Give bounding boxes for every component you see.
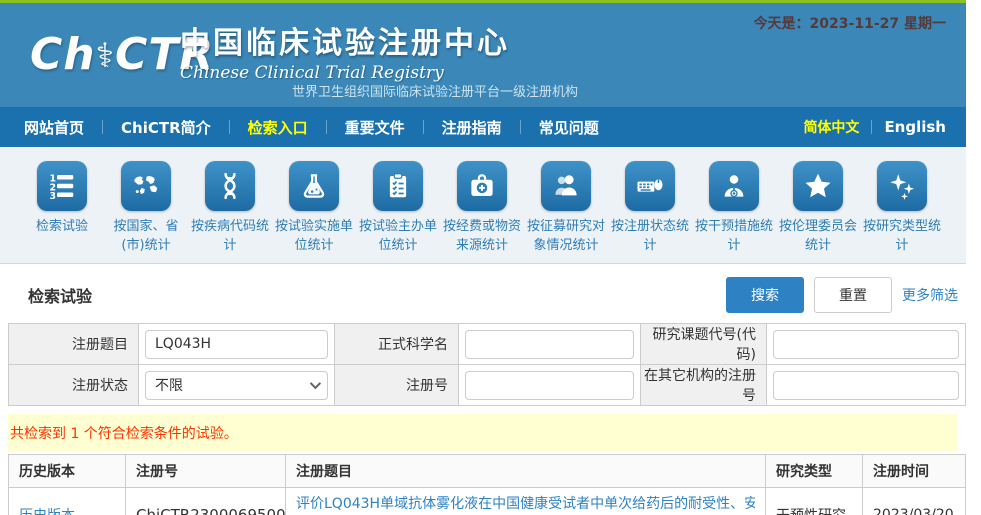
nav-separator [871, 120, 872, 134]
results-header-row: 历史版本 注册号 注册题目 研究类型 注册时间 [9, 455, 966, 488]
col-header-reg-date: 注册时间 [863, 455, 966, 488]
medical-bag-icon [467, 171, 497, 201]
stat-label: 按疾病代码统计 [188, 217, 272, 255]
stat-item-by-ethics-committee[interactable]: 按伦理委员会统计 [776, 161, 860, 255]
main-nav: 网站首页 ChiCTR简介 检索入口 重要文件 注册指南 常见问题 简体中文 E… [0, 107, 966, 147]
history-versions-link[interactable]: 历史版本 [19, 508, 75, 515]
flask-icon [299, 171, 329, 201]
search-form: 注册题目 正式科学名 研究课题代号(代码) 注册状态 不限 注册号 在其它机构的… [8, 323, 958, 406]
page: Ch⚕CTR 中国临床试验注册中心 Chinese Clinical Trial… [0, 0, 966, 515]
registration-date-value: 2023/03/20 [873, 507, 954, 515]
nav-item-guide[interactable]: 注册指南 [438, 117, 506, 138]
field-label-other-org-number: 在其它机构的注册号 [641, 365, 767, 406]
register-status-value: 不限 [155, 375, 183, 395]
stat-item-by-recruitment-status[interactable]: 按征募研究对象情况统计 [524, 161, 608, 255]
reset-button[interactable]: 重置 [814, 277, 892, 313]
stat-label: 按试验实施单位统计 [272, 217, 356, 255]
nav-separator [229, 120, 230, 134]
field-label-register-status: 注册状态 [9, 365, 139, 406]
more-filters-link[interactable]: 更多筛选 [902, 285, 958, 305]
register-title-input[interactable] [145, 330, 328, 359]
lang-zh-link[interactable]: 简体中文 [803, 117, 859, 137]
search-section-title: 检索试验 [28, 283, 92, 307]
stat-label: 按伦理委员会统计 [776, 217, 860, 255]
field-label-study-code: 研究课题代号(代码) [641, 324, 767, 365]
search-section-header: 检索试验 搜索 重置 更多筛选 [0, 264, 966, 323]
chevron-down-icon [310, 378, 321, 389]
col-header-reg-no: 注册号 [126, 455, 286, 488]
nav-separator [102, 120, 103, 134]
who-org-line: 世界卫生组织国际临床试验注册平台一级注册机构 [292, 81, 578, 100]
numbered-list-icon: 123 [47, 171, 77, 201]
stat-item-search-trials[interactable]: 123 检索试验 [20, 161, 104, 255]
col-header-history: 历史版本 [9, 455, 126, 488]
nav-separator [423, 120, 424, 134]
stat-item-by-study-type[interactable]: 按研究类型统计 [860, 161, 944, 255]
register-status-select[interactable]: 不限 [145, 371, 328, 400]
stat-label: 按经费或物资来源统计 [440, 217, 524, 255]
clipboard-icon [383, 171, 413, 201]
search-actions: 搜索 重置 更多筛选 [726, 277, 958, 313]
language-switch: 简体中文 English [803, 117, 946, 137]
nav-item-documents[interactable]: 重要文件 [341, 117, 409, 138]
study-type-value: 干预性研究 [776, 508, 846, 515]
field-label-register-title: 注册题目 [9, 324, 139, 365]
caduceus-icon: ⚕ [96, 36, 115, 76]
col-header-title: 注册题目 [286, 455, 766, 488]
stat-label: 按研究类型统计 [860, 217, 944, 255]
stat-item-by-intervention[interactable]: 按干预措施统计 [692, 161, 776, 255]
nav-item-search-entry[interactable]: 检索入口 [244, 117, 312, 138]
field-label-registration-number: 注册号 [335, 365, 459, 406]
nav-separator [326, 120, 327, 134]
stat-item-by-disease-code[interactable]: 按疾病代码统计 [188, 161, 272, 255]
doctor-icon [719, 171, 749, 201]
field-label-scientific-name: 正式科学名 [335, 324, 459, 365]
nav-item-home[interactable]: 网站首页 [20, 117, 88, 138]
site-title-cn: 中国临床试验注册中心 [180, 18, 510, 62]
results-table: 历史版本 注册号 注册题目 研究类型 注册时间 历史版本 ChiCTR23000… [8, 454, 966, 515]
stat-label: 按注册状态统计 [608, 217, 692, 255]
logo-text-pre: Ch [30, 29, 96, 80]
table-row: 历史版本 ChiCTR2300069500 评价LQ043H单域抗体雾化液在中国… [9, 488, 966, 515]
stat-label: 按国家、省(市)统计 [104, 217, 188, 255]
lang-en-link[interactable]: English [884, 118, 946, 136]
stat-item-by-sponsor-unit[interactable]: 按试验主办单位统计 [356, 161, 440, 255]
star-icon [803, 171, 833, 201]
site-title-en: Chinese Clinical Trial Registry [180, 63, 510, 83]
stat-label: 按干预措施统计 [692, 217, 776, 255]
registration-number-input[interactable] [465, 371, 634, 400]
svg-text:3: 3 [50, 191, 57, 201]
nav-item-faq[interactable]: 常见问题 [535, 117, 603, 138]
dna-icon [215, 171, 245, 201]
nav-separator [520, 120, 521, 134]
col-header-study-type: 研究类型 [766, 455, 863, 488]
stat-label: 按试验主办单位统计 [356, 217, 440, 255]
trial-title-link[interactable]: 评价LQ043H单域抗体雾化液在中国健康受试者中单次给药后的耐受性、安全性、..… [296, 494, 755, 514]
keyboard-mouse-icon [635, 171, 665, 201]
site-title-block: 中国临床试验注册中心 Chinese Clinical Trial Regist… [180, 18, 510, 83]
nav-item-about[interactable]: ChiCTR简介 [117, 117, 215, 138]
stat-item-by-registration-status[interactable]: 按注册状态统计 [608, 161, 692, 255]
world-map-icon [131, 171, 161, 201]
search-button[interactable]: 搜索 [726, 277, 804, 313]
today-date: 今天是：2023-11-27 星期一 [754, 13, 946, 33]
registration-number: ChiCTR2300069500 [136, 506, 286, 515]
stat-item-by-implementing-unit[interactable]: 按试验实施单位统计 [272, 161, 356, 255]
sparkles-icon [887, 171, 917, 201]
stat-item-by-region[interactable]: 按国家、省(市)统计 [104, 161, 188, 255]
nav-items: 网站首页 ChiCTR简介 检索入口 重要文件 注册指南 常见问题 [20, 117, 603, 138]
stat-label: 按征募研究对象情况统计 [524, 217, 608, 255]
scientific-name-input[interactable] [465, 330, 634, 359]
site-header: Ch⚕CTR 中国临床试验注册中心 Chinese Clinical Trial… [0, 3, 966, 107]
stat-item-by-funding-source[interactable]: 按经费或物资来源统计 [440, 161, 524, 255]
results-count-notice: 共检索到 1 个符合检索条件的试验。 [8, 414, 958, 452]
stat-label: 检索试验 [20, 217, 104, 236]
people-icon [551, 171, 581, 201]
study-code-input[interactable] [773, 330, 959, 359]
other-org-number-input[interactable] [773, 371, 959, 400]
quick-stats-row: 123 检索试验 按国家、省(市)统计 按疾病代码统计 按试验实施单位统计 按试… [0, 147, 966, 264]
